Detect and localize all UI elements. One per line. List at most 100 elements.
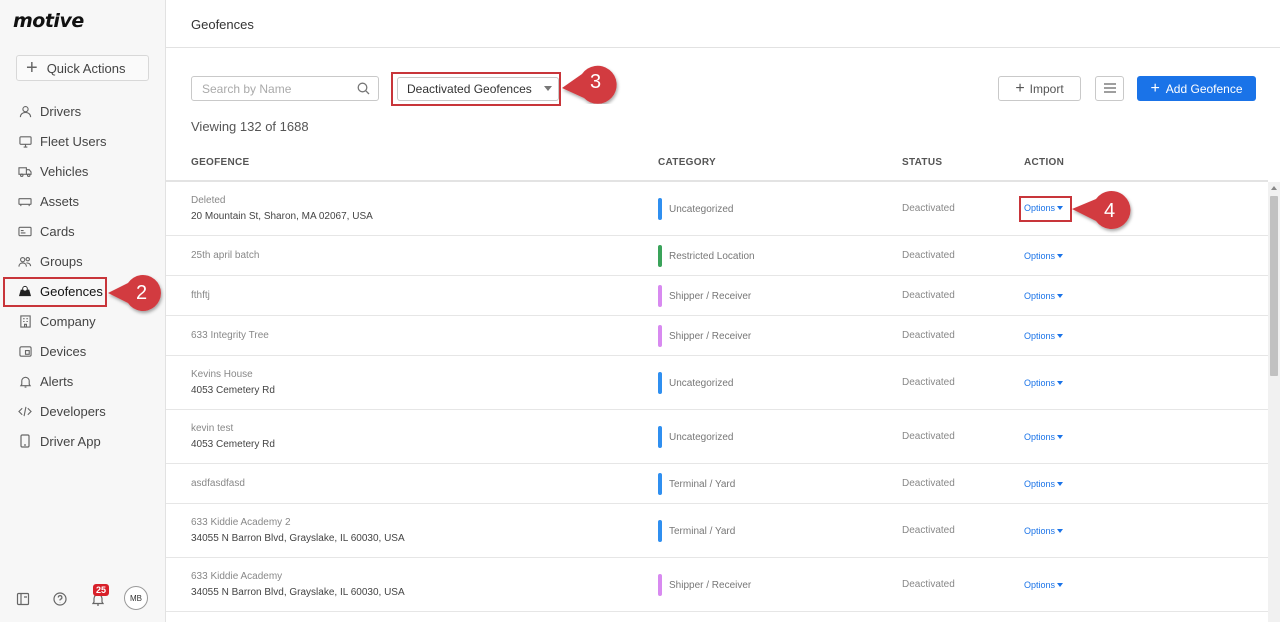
options-dropdown[interactable]: Options (1024, 580, 1064, 590)
scrollbar-thumb[interactable] (1270, 196, 1278, 376)
import-button[interactable]: + Import (998, 76, 1081, 101)
sidebar-item-cards[interactable]: Cards (0, 216, 166, 246)
code-icon (18, 404, 32, 418)
status-text: Deactivated (902, 377, 955, 388)
geofence-name: 633 Kiddie Academy (191, 571, 283, 582)
category-color-bar (658, 520, 662, 542)
category-cell: Shipper / Receiver (658, 325, 751, 347)
options-dropdown[interactable]: Options (1024, 479, 1064, 489)
import-label: Import (1029, 81, 1064, 96)
truck-icon (18, 164, 32, 178)
chevron-down-icon (544, 86, 552, 91)
caret-down-icon (1057, 529, 1064, 533)
search-icon[interactable] (357, 82, 370, 95)
options-label: Options (1024, 526, 1056, 536)
status-text: Deactivated (902, 290, 955, 301)
geofence-address: 34055 N Barron Blvd, Grayslake, IL 60030… (191, 587, 405, 598)
quick-actions-button[interactable]: + Quick Actions (16, 55, 149, 81)
search-input[interactable] (202, 77, 352, 100)
options-dropdown[interactable]: Options (1024, 331, 1064, 341)
options-dropdown[interactable]: Options (1024, 432, 1064, 442)
sidebar-item-vehicles[interactable]: Vehicles (0, 156, 166, 186)
callout-highlight-box (3, 277, 107, 307)
building-icon (18, 314, 32, 328)
category-label: Uncategorized (669, 203, 734, 215)
status-text: Deactivated (902, 250, 955, 261)
sidebar-item-label: Fleet Users (40, 133, 107, 149)
geofence-address: 4053 Cemetery Rd (191, 439, 275, 450)
sidebar-item-drivers[interactable]: Drivers (0, 96, 166, 126)
sidebar-item-label: Drivers (40, 103, 82, 119)
table-row: 25th april batch Restricted Location Dea… (166, 236, 1268, 276)
category-cell: Shipper / Receiver (658, 574, 751, 596)
category-label: Shipper / Receiver (669, 290, 752, 302)
search-box[interactable] (191, 76, 379, 101)
status-text: Deactivated (902, 525, 955, 536)
category-color-bar (658, 245, 662, 267)
geofence-address: 34055 N Barron Blvd, Grayslake, IL 60030… (191, 533, 405, 544)
sidebar-item-devices[interactable]: Devices (0, 336, 166, 366)
category-cell: Uncategorized (658, 426, 733, 448)
category-label: Uncategorized (669, 431, 734, 443)
category-label: Terminal / Yard (669, 478, 736, 490)
sidebar-item-label: Developers (40, 403, 106, 419)
select-value: Deactivated Geofences (407, 82, 532, 96)
motive-logo[interactable]: motive (13, 10, 84, 32)
sidebar-item-label: Assets (40, 193, 80, 209)
category-cell: Uncategorized (658, 372, 733, 394)
category-label: Terminal / Yard (669, 525, 736, 537)
table-scrollbar[interactable] (1268, 182, 1280, 622)
table-row: asdfasdfasd Terminal / Yard Deactivated … (166, 464, 1268, 504)
status-text: Deactivated (902, 431, 955, 442)
table-row: Kevins House 4053 Cemetery Rd Uncategori… (166, 356, 1268, 410)
table-row: fthftj Shipper / Receiver Deactivated Op… (166, 276, 1268, 316)
person-icon (18, 104, 32, 118)
status-text: Deactivated (902, 478, 955, 489)
scroll-up-arrow-icon[interactable] (1271, 186, 1277, 190)
avatar[interactable]: MB (124, 586, 148, 610)
caret-down-icon (1057, 381, 1064, 385)
caret-down-icon (1057, 294, 1064, 298)
category-color-bar (658, 372, 662, 394)
geofence-status-select[interactable]: Deactivated Geofences (397, 77, 559, 101)
geofence-name: Kevins House (191, 369, 253, 380)
geofence-name: Deleted (191, 195, 226, 206)
sidebar-item-assets[interactable]: Assets (0, 186, 166, 216)
category-label: Uncategorized (669, 377, 734, 389)
options-dropdown[interactable]: Options (1024, 526, 1064, 536)
options-dropdown[interactable]: Options (1024, 291, 1064, 301)
monitor-icon (18, 134, 32, 148)
sidebar-item-driver-app[interactable]: Driver App (0, 426, 166, 456)
table-row: 633 Kiddie Academy 2 34055 N Barron Blvd… (166, 504, 1268, 558)
geofence-name: 633 Kiddie Academy 2 (191, 517, 291, 528)
column-header-category[interactable]: CATEGORY (658, 157, 716, 168)
table-row: 633 Kiddie Academy 34055 N Barron Blvd, … (166, 558, 1268, 612)
plus-icon: + (1015, 79, 1025, 97)
caret-down-icon (1057, 583, 1064, 587)
options-dropdown[interactable]: Options (1024, 378, 1064, 388)
plus-icon: + (1150, 79, 1160, 97)
sidebar-item-fleet-users[interactable]: Fleet Users (0, 126, 166, 156)
sidebar-item-developers[interactable]: Developers (0, 396, 166, 426)
options-dropdown[interactable]: Options (1024, 251, 1064, 261)
options-label: Options (1024, 432, 1056, 442)
caret-down-icon (1057, 435, 1064, 439)
caret-down-icon (1057, 334, 1064, 338)
sidebar-item-label: Alerts (40, 373, 74, 389)
sidebar-item-label: Devices (40, 343, 87, 359)
group-icon (18, 254, 32, 268)
column-header-status[interactable]: STATUS (902, 157, 942, 168)
quick-actions-label: Quick Actions (46, 60, 126, 76)
geofence-name: 633 Integrity Tree (191, 330, 269, 341)
help-icon[interactable] (53, 592, 67, 606)
bell-icon (18, 374, 32, 388)
add-geofence-button[interactable]: + Add Geofence (1137, 76, 1256, 101)
column-menu-button[interactable] (1095, 76, 1124, 101)
sidebar-item-alerts[interactable]: Alerts (0, 366, 166, 396)
category-color-bar (658, 574, 662, 596)
column-header-geofence[interactable]: GEOFENCE (191, 157, 250, 168)
map-book-icon[interactable] (16, 592, 30, 606)
plus-icon: + (26, 57, 38, 79)
category-cell: Restricted Location (658, 245, 755, 267)
page-header: Geofences (166, 0, 1280, 48)
